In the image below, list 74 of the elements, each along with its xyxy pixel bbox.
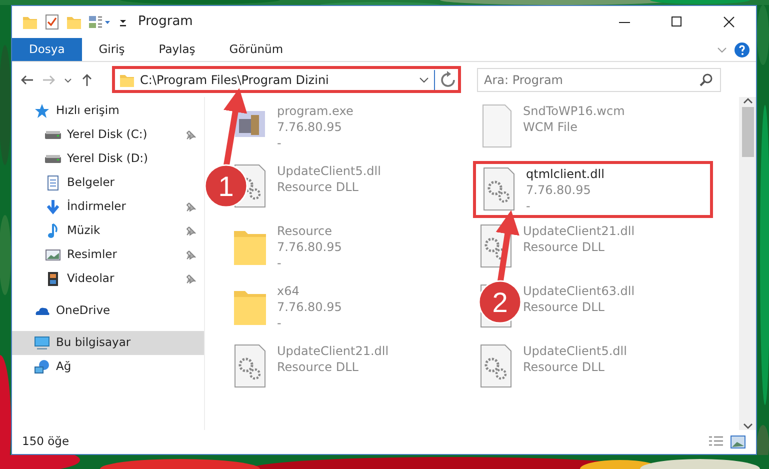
dropdown-icon[interactable] bbox=[419, 74, 429, 84]
computer-icon bbox=[34, 335, 50, 351]
sidebar-item[interactable]: Videolar bbox=[12, 267, 204, 291]
sidebar-item[interactable]: Yerel Disk (C:) bbox=[12, 123, 204, 147]
file-detail: Resource DLL bbox=[277, 179, 360, 195]
step-marker: 2 bbox=[478, 280, 522, 324]
sidebar-item[interactable]: Bu bilgisayar bbox=[12, 331, 204, 355]
download-arrow-icon bbox=[45, 199, 61, 215]
file-name: Resource bbox=[277, 223, 334, 239]
drive-icon bbox=[45, 155, 61, 163]
sidebar-item[interactable]: Hızlı erişim bbox=[12, 99, 204, 123]
scroll-thumb[interactable] bbox=[742, 107, 754, 157]
ribbon-tab[interactable]: Görünüm bbox=[212, 38, 300, 61]
picture-icon bbox=[45, 247, 61, 263]
file-detail: Resource DLL bbox=[523, 299, 606, 315]
file-detail: - bbox=[277, 315, 282, 331]
pin-icon[interactable] bbox=[186, 202, 196, 212]
file-detail: 7.76.80.95 bbox=[277, 239, 342, 255]
file-name: UpdateClient21.dll bbox=[277, 343, 389, 359]
pin-icon[interactable] bbox=[186, 250, 196, 260]
sidebar-item[interactable]: Belgeler bbox=[12, 171, 204, 195]
pin-icon[interactable] bbox=[186, 226, 196, 236]
file-detail: 7.76.80.95 bbox=[277, 299, 342, 315]
file-name: UpdateClient63.dll bbox=[523, 283, 635, 299]
file-detail: - bbox=[526, 198, 532, 214]
scroll-down-icon[interactable] bbox=[742, 422, 752, 430]
file-detail: - bbox=[277, 135, 282, 151]
file-name: UpdateClient5.dll bbox=[523, 343, 627, 359]
checklist-icon[interactable] bbox=[44, 14, 60, 30]
close-icon bbox=[723, 16, 735, 28]
file-detail: 7.76.80.95 bbox=[277, 119, 343, 135]
sidebar-item[interactable]: İndirmeler bbox=[12, 195, 204, 219]
step-marker: 1 bbox=[204, 164, 248, 208]
file-detail: Resource DLL bbox=[523, 359, 606, 375]
drive-icon bbox=[45, 131, 61, 139]
search-field[interactable]: Ara: Program bbox=[477, 68, 721, 92]
large-icons-view-icon[interactable] bbox=[730, 435, 746, 449]
sidebar-item[interactable]: Yerel Disk (D:) bbox=[12, 147, 204, 171]
back-arrow-icon[interactable] bbox=[20, 72, 34, 86]
film-icon bbox=[45, 271, 61, 287]
file-name: qtmlclient.dll bbox=[526, 166, 604, 182]
file-name: SndToWP16.wcm bbox=[523, 103, 625, 119]
sidebar-item[interactable]: Müzik bbox=[12, 219, 204, 243]
sidebar-item[interactable]: Resimler bbox=[12, 243, 204, 267]
address-bar[interactable]: C:\Program Files\Program Dizini bbox=[112, 66, 461, 93]
properties-icon[interactable] bbox=[88, 14, 112, 30]
ribbon-tab[interactable]: Paylaş bbox=[142, 38, 212, 61]
scroll-up-icon[interactable] bbox=[742, 97, 752, 105]
sidebar-item[interactable]: OneDrive bbox=[12, 299, 204, 323]
refresh-icon[interactable] bbox=[434, 70, 458, 90]
window-title: Program bbox=[138, 13, 193, 32]
up-arrow-icon[interactable] bbox=[80, 72, 94, 86]
star-icon bbox=[34, 103, 50, 119]
help-icon[interactable] bbox=[734, 42, 750, 58]
scrollbar[interactable] bbox=[739, 97, 756, 430]
pin-icon[interactable] bbox=[186, 130, 196, 140]
file-name: UpdateClient5.dll bbox=[277, 163, 381, 179]
file-detail: Resource DLL bbox=[277, 359, 360, 375]
file-detail: 7.76.80.95 bbox=[526, 182, 592, 198]
file-detail: Resource DLL bbox=[523, 239, 606, 255]
document-icon bbox=[45, 175, 61, 191]
item-count: 150 öğe bbox=[22, 433, 70, 450]
file-detail: WCM File bbox=[523, 119, 578, 135]
file-detail: - bbox=[277, 255, 282, 271]
file-name: x64 bbox=[277, 283, 300, 299]
file-name: UpdateClient21.dll bbox=[523, 223, 635, 239]
ribbon-tab[interactable]: Giriş bbox=[82, 38, 142, 61]
maximize-icon bbox=[671, 16, 683, 28]
sidebar-item[interactable]: Ağ bbox=[12, 355, 204, 379]
ribbon-tab[interactable]: Dosya bbox=[12, 38, 82, 61]
network-icon bbox=[34, 359, 50, 375]
selected-file-item[interactable]: qtmlclient.dll 7.76.80.95 - bbox=[473, 161, 713, 218]
pin-icon[interactable] bbox=[186, 274, 196, 284]
file-name: program.exe bbox=[277, 103, 354, 119]
